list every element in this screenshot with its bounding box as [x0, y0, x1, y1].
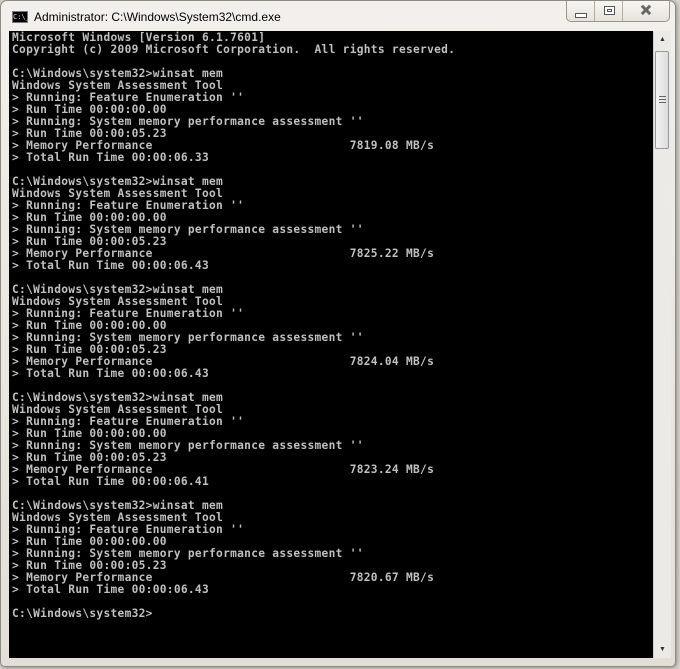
- cmd-window: Administrator: C:\Windows\System32\cmd.e…: [0, 0, 676, 667]
- minimize-icon: [575, 13, 587, 18]
- cmd-icon[interactable]: [12, 11, 28, 23]
- console-text: Microsoft Windows [Version 6.1.7601] Cop…: [12, 31, 456, 620]
- caption-buttons: ✕: [566, 1, 670, 22]
- scroll-down-arrow-icon[interactable]: ▼: [654, 641, 671, 658]
- maximize-icon: [604, 6, 615, 15]
- scroll-up-arrow-icon[interactable]: ▲: [654, 31, 671, 48]
- console-output[interactable]: Microsoft Windows [Version 6.1.7601] Cop…: [9, 31, 653, 658]
- close-icon: ✕: [640, 2, 653, 19]
- grip-icon: [659, 96, 666, 105]
- window-title: Administrator: C:\Windows\System32\cmd.e…: [34, 10, 281, 24]
- maximize-button[interactable]: [595, 1, 623, 21]
- vertical-scrollbar[interactable]: ▲ ▼: [653, 31, 671, 658]
- close-button[interactable]: ✕: [623, 1, 669, 21]
- title-bar[interactable]: Administrator: C:\Windows\System32\cmd.e…: [1, 1, 675, 33]
- minimize-button[interactable]: [567, 1, 595, 21]
- scroll-thumb[interactable]: [655, 51, 669, 149]
